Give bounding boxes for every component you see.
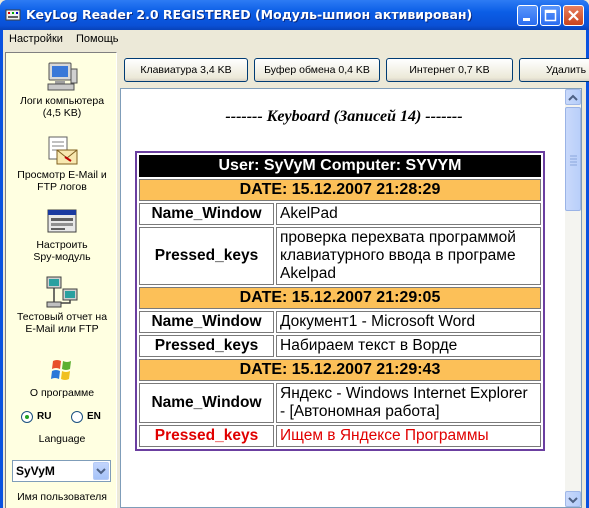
windows-logo-icon (51, 360, 71, 380)
combo-dropdown-button[interactable] (93, 462, 109, 480)
pressed-keys-value: Ищем в Яндексе Программы (276, 425, 541, 447)
name-window-label: Name_Window (139, 383, 274, 423)
close-icon (568, 10, 579, 21)
scroll-thumb[interactable] (565, 107, 581, 211)
computer-icon (47, 62, 78, 91)
main-window: KeyLog Reader 2.0 REGISTERED (Модуль-шпи… (0, 0, 589, 508)
menu-help[interactable]: Помощь (76, 33, 119, 45)
scroll-up-button[interactable] (565, 89, 581, 105)
pressed-keys-value: Набираем текст в Ворде (276, 335, 541, 357)
window-title: KeyLog Reader 2.0 REGISTERED (Модуль-шпи… (26, 7, 473, 22)
radio-ru-label: RU (37, 411, 52, 422)
sidebar-item-label: О программе (29, 387, 95, 399)
sidebar-item-sublabel: E-Mail или FTP (25, 323, 99, 335)
grip-icon (570, 155, 577, 166)
user-combo-value: SyVyM (16, 464, 55, 478)
table-row: Name_Window AkelPad (139, 203, 541, 225)
minimize-icon (523, 18, 530, 21)
chevron-down-icon (568, 497, 578, 504)
table-row: Name_Window Яндекс - Windows Internet Exp… (139, 383, 541, 423)
menu-settings[interactable]: Настройки (9, 33, 63, 45)
sidebar-item-email-ftp-logs[interactable]: Просмотр E-Mail и FTP логов (6, 135, 118, 193)
scroll-down-button[interactable] (565, 491, 581, 507)
date-row: DATE: 15.12.2007 21:28:29 (139, 179, 541, 201)
name-window-value: Яндекс - Windows Internet Explorer - [Ав… (276, 383, 541, 423)
sidebar-item-label: Тестовый отчет на (16, 311, 108, 323)
sidebar-item-sublabel: FTP логов (37, 181, 87, 193)
date-row: DATE: 15.12.2007 21:29:43 (139, 359, 541, 381)
radio-ru[interactable] (21, 411, 33, 423)
log-heading: ------- Keyboard (Записей 14) ------- (225, 108, 463, 125)
table-row: Pressed_keys Ищем в Яндексе Программы (139, 425, 541, 447)
keylog-app-icon (5, 9, 21, 21)
table-row: Name_Window Документ1 - Microsoft Word (139, 311, 541, 333)
table-row: Pressed_keys проверка перехвата программо… (139, 227, 541, 285)
sidebar-item-computer-logs[interactable]: Логи компьютера (4,5 KB) (6, 61, 118, 119)
date-value: DATE: 15.12.2007 21:29:05 (139, 287, 541, 309)
sidebar-item-sublabel: Spy-модуль (33, 251, 91, 263)
vertical-scrollbar[interactable] (565, 88, 582, 508)
log-tabs: Клавиатура 3,4 KB Буфер обмена 0,4 KB Ин… (120, 58, 589, 84)
date-value: DATE: 15.12.2007 21:28:29 (139, 179, 541, 201)
sidebar-item-label: Настроить (36, 239, 88, 251)
pressed-keys-value: проверка перехвата программой клавиатурн… (276, 227, 541, 285)
maximize-icon (544, 9, 557, 22)
chevron-up-icon (568, 94, 578, 101)
user-name-label: Имя пользователя (17, 491, 107, 503)
date-value: DATE: 15.12.2007 21:29:43 (139, 359, 541, 381)
user-info: User: SyVyM Computer: SYVYM (139, 155, 541, 177)
settings-window-icon (47, 209, 77, 233)
log-viewer[interactable]: ------- Keyboard (Записей 14) ------- Us… (120, 88, 566, 508)
sidebar-item-sublabel: (4,5 KB) (42, 107, 82, 119)
title-bar[interactable]: KeyLog Reader 2.0 REGISTERED (Модуль-шпи… (0, 0, 589, 30)
table-row: Pressed_keys Набираем текст в Ворде (139, 335, 541, 357)
sidebar-item-label: Просмотр E-Mail и (17, 169, 107, 181)
delete-button[interactable]: Удалить (519, 58, 589, 82)
name-window-value: Документ1 - Microsoft Word (276, 311, 541, 333)
sidebar-item-about[interactable]: О программе (6, 355, 118, 399)
sidebar-item-configure-spy[interactable]: Настроить Spy-модуль (6, 207, 118, 263)
tab-internet[interactable]: Интернет 0,7 KB (386, 58, 513, 82)
sidebar-item-label: Логи компьютера (19, 95, 105, 107)
sidebar: Логи компьютера (4,5 KB) Просмотр E-Mail… (5, 52, 117, 508)
network-computers-icon (46, 276, 78, 308)
close-button[interactable] (563, 5, 584, 26)
tab-clipboard[interactable]: Буфер обмена 0,4 KB (254, 58, 380, 82)
user-row: User: SyVyM Computer: SYVYM (139, 155, 541, 177)
chevron-down-icon (96, 468, 106, 475)
pressed-keys-label: Pressed_keys (139, 335, 274, 357)
maximize-button[interactable] (540, 5, 561, 26)
email-icon (48, 136, 78, 165)
language-label: Language (38, 433, 86, 445)
menu-bar: Настройки Помощь (3, 30, 586, 50)
pressed-keys-label: Pressed_keys (139, 425, 274, 447)
pressed-keys-label: Pressed_keys (139, 227, 274, 285)
minimize-button[interactable] (517, 5, 538, 26)
name-window-label: Name_Window (139, 311, 274, 333)
name-window-label: Name_Window (139, 203, 274, 225)
client-area: Логи компьютера (4,5 KB) Просмотр E-Mail… (3, 50, 589, 508)
user-combo[interactable]: SyVyM (12, 460, 111, 482)
keyboard-log-table: User: SyVyM Computer: SYVYM DATE: 15.12.… (135, 151, 545, 451)
tab-keyboard[interactable]: Клавиатура 3,4 KB (124, 58, 248, 82)
name-window-value: AkelPad (276, 203, 541, 225)
sidebar-item-test-report[interactable]: Тестовый отчет на E-Mail или FTP (6, 275, 118, 335)
radio-en[interactable] (71, 411, 83, 423)
date-row: DATE: 15.12.2007 21:29:05 (139, 287, 541, 309)
radio-en-label: EN (87, 411, 101, 422)
